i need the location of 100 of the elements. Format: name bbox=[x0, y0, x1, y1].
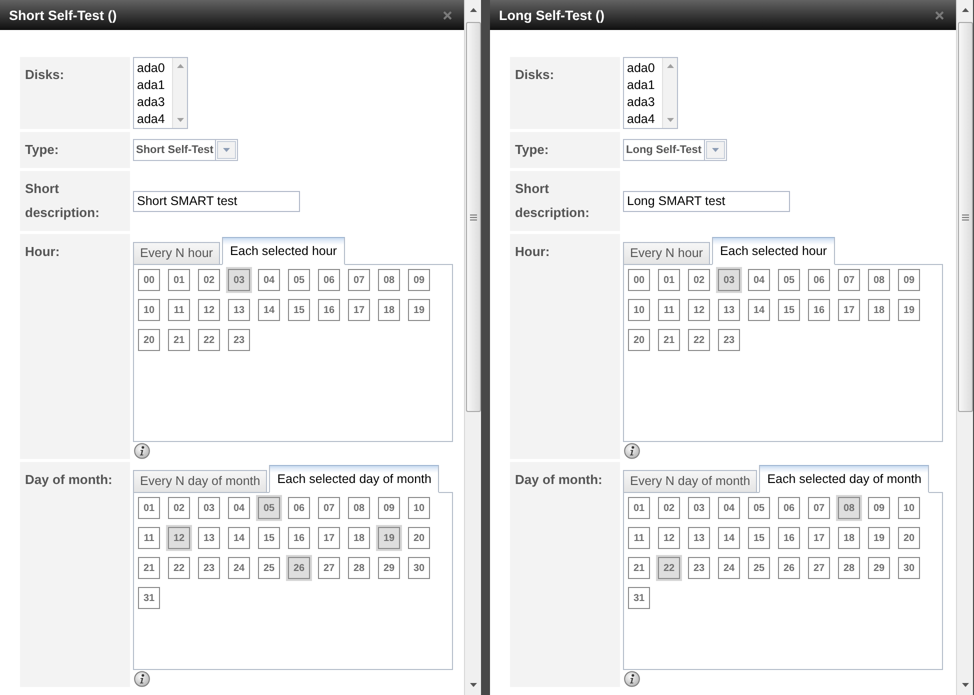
hour-button[interactable]: 14 bbox=[258, 299, 280, 321]
hour-button[interactable]: 06 bbox=[318, 269, 340, 291]
hour-button[interactable]: 17 bbox=[348, 299, 370, 321]
hour-button[interactable]: 05 bbox=[288, 269, 310, 291]
day-button[interactable]: 23 bbox=[688, 557, 710, 579]
hour-button[interactable]: 00 bbox=[628, 269, 650, 291]
caret-icon[interactable] bbox=[215, 140, 238, 160]
hour-button[interactable]: 15 bbox=[778, 299, 800, 321]
day-button[interactable]: 15 bbox=[748, 527, 770, 549]
disk-listbox[interactable]: ada0 ada1 ada3 ada4 bbox=[133, 57, 188, 129]
list-option[interactable]: ada0 bbox=[627, 60, 662, 77]
hour-button[interactable]: 21 bbox=[658, 329, 680, 351]
hour-button[interactable]: 18 bbox=[378, 299, 400, 321]
hour-button[interactable]: 07 bbox=[838, 269, 860, 291]
tab[interactable]: Each selected day of month bbox=[269, 465, 440, 493]
hour-button[interactable]: 05 bbox=[778, 269, 800, 291]
day-button[interactable]: 28 bbox=[348, 557, 370, 579]
day-button[interactable]: 19 bbox=[376, 525, 402, 551]
day-button[interactable]: 26 bbox=[778, 557, 800, 579]
hour-button[interactable]: 16 bbox=[808, 299, 830, 321]
day-button[interactable]: 27 bbox=[318, 557, 340, 579]
tab[interactable]: Each selected day of month bbox=[759, 465, 930, 493]
day-button[interactable]: 24 bbox=[718, 557, 740, 579]
hour-button[interactable]: 04 bbox=[748, 269, 770, 291]
hour-button[interactable]: 09 bbox=[408, 269, 430, 291]
day-button[interactable]: 25 bbox=[258, 557, 280, 579]
tab[interactable]: Every N hour bbox=[133, 242, 220, 265]
day-button[interactable]: 08 bbox=[836, 495, 862, 521]
day-button[interactable]: 31 bbox=[628, 587, 650, 609]
hour-button[interactable]: 02 bbox=[198, 269, 220, 291]
day-button[interactable]: 03 bbox=[688, 497, 710, 519]
day-button[interactable]: 09 bbox=[868, 497, 890, 519]
day-button[interactable]: 23 bbox=[198, 557, 220, 579]
hour-button[interactable]: 23 bbox=[228, 329, 250, 351]
hour-button[interactable]: 22 bbox=[688, 329, 710, 351]
day-button[interactable]: 30 bbox=[898, 557, 920, 579]
type-select[interactable]: Short Self-Test bbox=[133, 139, 238, 161]
day-button[interactable]: 18 bbox=[348, 527, 370, 549]
hour-button[interactable]: 19 bbox=[898, 299, 920, 321]
info-icon[interactable] bbox=[134, 671, 150, 687]
tab[interactable]: Every N hour bbox=[623, 242, 710, 265]
day-button[interactable]: 15 bbox=[258, 527, 280, 549]
hour-button[interactable]: 13 bbox=[718, 299, 740, 321]
disk-listbox[interactable]: ada0 ada1 ada3 ada4 bbox=[623, 57, 678, 129]
hour-button[interactable]: 16 bbox=[318, 299, 340, 321]
list-option[interactable]: ada1 bbox=[627, 77, 662, 94]
day-button[interactable]: 17 bbox=[318, 527, 340, 549]
hour-button[interactable]: 10 bbox=[628, 299, 650, 321]
day-button[interactable]: 08 bbox=[348, 497, 370, 519]
list-option[interactable]: ada0 bbox=[137, 60, 172, 77]
day-button[interactable]: 14 bbox=[718, 527, 740, 549]
day-button[interactable]: 12 bbox=[166, 525, 192, 551]
day-button[interactable]: 12 bbox=[658, 527, 680, 549]
hour-button[interactable]: 08 bbox=[378, 269, 400, 291]
day-button[interactable]: 18 bbox=[838, 527, 860, 549]
hour-button[interactable]: 14 bbox=[748, 299, 770, 321]
hour-button[interactable]: 12 bbox=[198, 299, 220, 321]
day-button[interactable]: 28 bbox=[838, 557, 860, 579]
list-option[interactable]: ada3 bbox=[627, 94, 662, 111]
close-icon[interactable] bbox=[443, 11, 452, 20]
hour-button[interactable]: 07 bbox=[348, 269, 370, 291]
day-button[interactable]: 29 bbox=[868, 557, 890, 579]
hour-button[interactable]: 12 bbox=[688, 299, 710, 321]
day-button[interactable]: 02 bbox=[168, 497, 190, 519]
day-button[interactable]: 22 bbox=[656, 555, 682, 581]
day-button[interactable]: 19 bbox=[868, 527, 890, 549]
caret-icon[interactable] bbox=[704, 140, 726, 160]
type-select[interactable]: Long Self-Test bbox=[623, 139, 727, 161]
day-button[interactable]: 21 bbox=[138, 557, 160, 579]
day-button[interactable]: 06 bbox=[288, 497, 310, 519]
day-button[interactable]: 09 bbox=[378, 497, 400, 519]
day-button[interactable]: 11 bbox=[138, 527, 160, 549]
hour-button[interactable]: 03 bbox=[716, 267, 742, 293]
day-button[interactable]: 11 bbox=[628, 527, 650, 549]
hour-button[interactable]: 01 bbox=[658, 269, 680, 291]
day-button[interactable]: 07 bbox=[318, 497, 340, 519]
day-button[interactable]: 02 bbox=[658, 497, 680, 519]
day-button[interactable]: 04 bbox=[718, 497, 740, 519]
day-button[interactable]: 06 bbox=[778, 497, 800, 519]
up-arrow-icon[interactable] bbox=[470, 8, 476, 12]
day-button[interactable]: 05 bbox=[748, 497, 770, 519]
tab[interactable]: Each selected hour bbox=[712, 237, 835, 265]
close-icon[interactable] bbox=[935, 11, 944, 20]
hour-button[interactable]: 02 bbox=[688, 269, 710, 291]
hour-button[interactable]: 01 bbox=[168, 269, 190, 291]
day-button[interactable]: 16 bbox=[778, 527, 800, 549]
hour-button[interactable]: 19 bbox=[408, 299, 430, 321]
scrollbar-thumb[interactable] bbox=[958, 22, 972, 412]
tab[interactable]: Every N day of month bbox=[623, 470, 758, 493]
day-button[interactable]: 04 bbox=[228, 497, 250, 519]
day-button[interactable]: 20 bbox=[408, 527, 430, 549]
tab[interactable]: Each selected hour bbox=[222, 237, 345, 265]
hour-button[interactable]: 17 bbox=[838, 299, 860, 321]
day-button[interactable]: 01 bbox=[138, 497, 160, 519]
hour-button[interactable]: 22 bbox=[198, 329, 220, 351]
down-arrow-icon[interactable] bbox=[470, 683, 476, 687]
day-button[interactable]: 29 bbox=[378, 557, 400, 579]
tab[interactable]: Every N day of month bbox=[133, 470, 268, 493]
scrollbar-thumb[interactable] bbox=[466, 22, 480, 412]
hour-button[interactable]: 23 bbox=[718, 329, 740, 351]
